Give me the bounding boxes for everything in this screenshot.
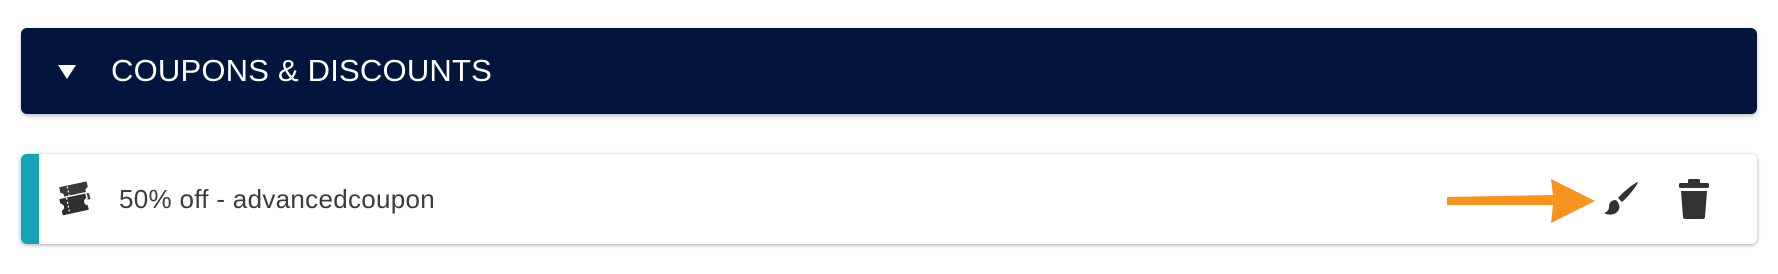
trash-icon (1679, 179, 1709, 219)
caret-down-icon[interactable] (58, 65, 76, 79)
edit-coupon-button[interactable] (1600, 179, 1642, 219)
delete-coupon-button[interactable] (1677, 177, 1711, 221)
coupon-list-item[interactable]: 50% off - advancedcoupon (21, 154, 1757, 244)
coupon-accent-bar (21, 154, 39, 244)
ticket-icon (57, 181, 91, 217)
coupon-label[interactable]: 50% off - advancedcoupon (119, 154, 435, 244)
paintbrush-icon (1604, 182, 1638, 215)
coupons-section-header[interactable]: COUPONS & DISCOUNTS (21, 28, 1757, 114)
arrow-right-icon (1447, 179, 1595, 223)
section-title: COUPONS & DISCOUNTS (111, 53, 493, 88)
